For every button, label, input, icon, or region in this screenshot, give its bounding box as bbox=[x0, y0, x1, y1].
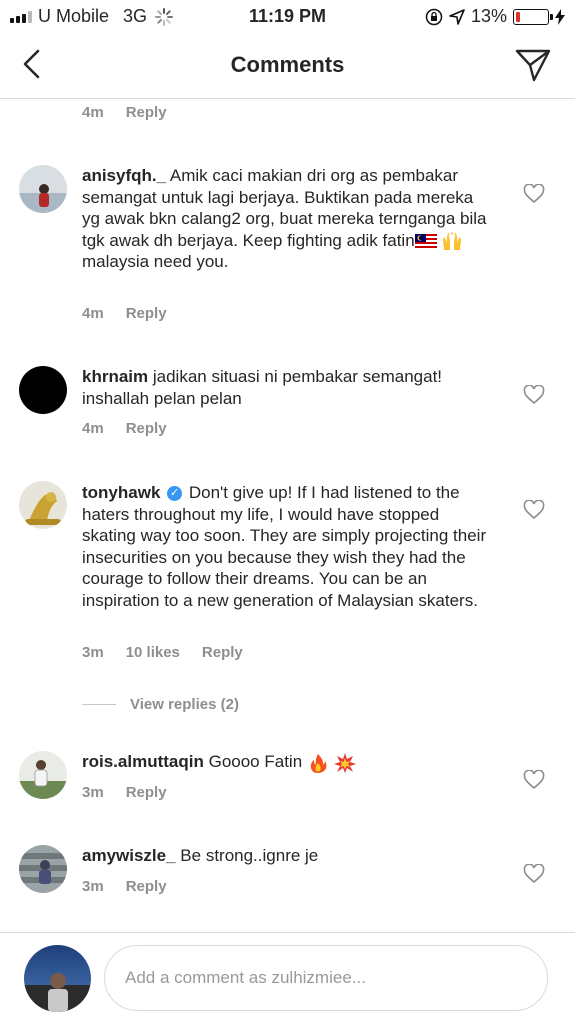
avatar[interactable] bbox=[19, 366, 67, 414]
comment-composer bbox=[0, 932, 575, 1025]
like-heart-icon[interactable] bbox=[523, 184, 545, 204]
view-replies-button[interactable]: View replies (2) bbox=[82, 696, 239, 713]
comment-time: 4m bbox=[82, 104, 104, 121]
comment-meta: 4m Reply bbox=[82, 305, 189, 322]
comment-meta: 3m 10 likes Reply bbox=[82, 644, 265, 661]
status-bar: U Mobile 3G 11:19 PM 13% bbox=[0, 0, 575, 34]
like-heart-icon[interactable] bbox=[523, 770, 545, 790]
like-count[interactable]: 10 likes bbox=[126, 644, 180, 661]
replies-divider bbox=[82, 704, 116, 705]
comment-time: 4m bbox=[82, 420, 104, 437]
location-arrow-icon bbox=[449, 8, 465, 25]
like-heart-icon[interactable] bbox=[523, 500, 545, 520]
nav-bar: Comments bbox=[0, 34, 575, 99]
battery-percent: 13% bbox=[470, 6, 507, 26]
like-heart-icon[interactable] bbox=[523, 385, 545, 405]
reply-link[interactable]: Reply bbox=[126, 305, 167, 322]
avatar[interactable] bbox=[19, 481, 67, 529]
comment-text: Goooo Fatin bbox=[208, 752, 303, 771]
avatar[interactable] bbox=[19, 165, 67, 213]
reply-link[interactable]: Reply bbox=[126, 420, 167, 437]
comment-text: Be strong..ignre je bbox=[180, 846, 319, 865]
collision-emoji-icon bbox=[333, 752, 356, 773]
verified-badge-icon: ✓ bbox=[167, 486, 183, 502]
malaysia-flag-icon bbox=[414, 234, 437, 249]
reply-link[interactable]: Reply bbox=[202, 644, 243, 661]
comment-text-continued: malaysia need you. bbox=[82, 252, 229, 272]
page-title: Comments bbox=[230, 52, 345, 77]
orientation-lock-icon bbox=[425, 8, 443, 25]
comment-username[interactable]: khrnaim bbox=[82, 367, 148, 386]
comment-username[interactable]: anisyfqh._ bbox=[82, 166, 166, 185]
comment-meta: 4m Reply bbox=[82, 420, 189, 437]
raising-hands-emoji-icon bbox=[443, 232, 462, 251]
comment-input[interactable] bbox=[104, 945, 548, 1011]
comment-time: 3m bbox=[82, 784, 104, 801]
avatar[interactable] bbox=[19, 845, 67, 893]
comment-meta: 3m Reply bbox=[82, 784, 189, 801]
battery-icon bbox=[513, 8, 553, 25]
like-heart-icon[interactable] bbox=[523, 864, 545, 884]
reply-link[interactable]: Reply bbox=[126, 784, 167, 801]
comment-time: 4m bbox=[82, 305, 104, 322]
comment-meta: 3m Reply bbox=[82, 878, 189, 895]
comment-meta: 4m Reply bbox=[82, 104, 189, 121]
view-replies-label: View replies (2) bbox=[130, 696, 239, 713]
charging-bolt-icon bbox=[555, 8, 565, 25]
comment-username[interactable]: amywiszle_ bbox=[82, 846, 176, 865]
comment-username[interactable]: tonyhawk bbox=[82, 483, 160, 502]
fire-emoji-icon bbox=[310, 753, 327, 773]
reply-link[interactable]: Reply bbox=[126, 878, 167, 895]
reply-link[interactable]: Reply bbox=[126, 104, 167, 121]
direct-send-icon[interactable] bbox=[515, 48, 551, 82]
comment-time: 3m bbox=[82, 644, 104, 661]
current-user-avatar bbox=[24, 945, 91, 1012]
avatar[interactable] bbox=[19, 751, 67, 799]
comment-time: 3m bbox=[82, 878, 104, 895]
comment-username[interactable]: rois.almuttaqin bbox=[82, 752, 204, 771]
